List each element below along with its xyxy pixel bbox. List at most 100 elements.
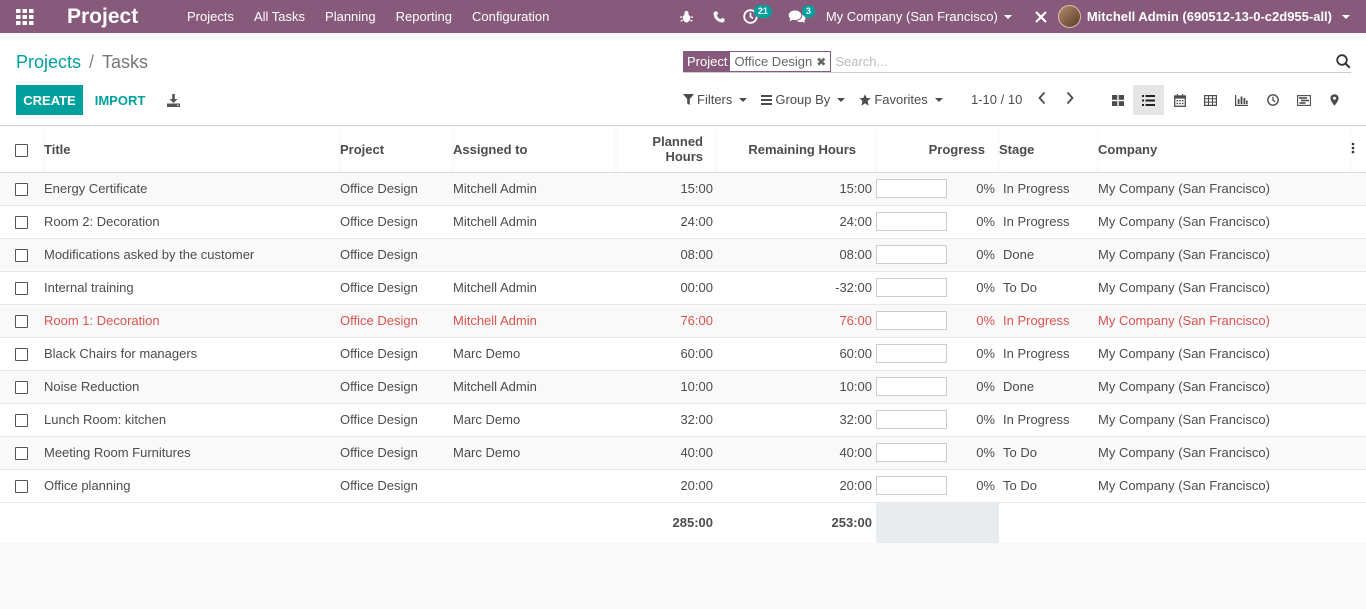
menu-item-configuration[interactable]: Configuration bbox=[462, 0, 559, 33]
cell-company[interactable]: My Company (San Francisco) bbox=[1098, 370, 1351, 404]
cell-stage[interactable]: In Progress bbox=[999, 337, 1098, 371]
gantt-view-icon[interactable] bbox=[1288, 85, 1319, 115]
cell-title[interactable]: Lunch Room: kitchen bbox=[44, 403, 340, 437]
cell-stage[interactable]: To Do bbox=[999, 469, 1098, 503]
cell-stage[interactable]: In Progress bbox=[999, 403, 1098, 437]
cell-title[interactable]: Room 2: Decoration bbox=[44, 205, 340, 239]
phone-icon[interactable] bbox=[702, 0, 736, 33]
cell-company[interactable]: My Company (San Francisco) bbox=[1098, 238, 1351, 272]
cell-assigned-to[interactable] bbox=[453, 238, 616, 272]
cell-progress[interactable]: 0% bbox=[876, 205, 999, 239]
cell-progress[interactable]: 0% bbox=[876, 436, 999, 470]
cell-progress[interactable]: 0% bbox=[876, 370, 999, 404]
row-checkbox[interactable] bbox=[15, 282, 28, 296]
graph-view-icon[interactable] bbox=[1226, 85, 1257, 115]
pager-previous-icon[interactable] bbox=[1037, 91, 1047, 108]
table-row[interactable]: Room 1: Decoration Office Design Mitchell … bbox=[0, 304, 1366, 338]
cell-title[interactable]: Black Chairs for managers bbox=[44, 337, 340, 371]
cell-progress[interactable]: 0% bbox=[876, 271, 999, 305]
cell-company[interactable]: My Company (San Francisco) bbox=[1098, 469, 1351, 503]
cell-planned-hours[interactable]: 76:00 bbox=[616, 304, 716, 338]
cell-project[interactable]: Office Design bbox=[340, 205, 453, 239]
table-row[interactable]: Black Chairs for managers Office Design Ma… bbox=[0, 337, 1366, 371]
row-checkbox[interactable] bbox=[15, 348, 28, 362]
cell-planned-hours[interactable]: 10:00 bbox=[616, 370, 716, 404]
cell-title[interactable]: Noise Reduction bbox=[44, 370, 340, 404]
cell-project[interactable]: Office Design bbox=[340, 403, 453, 437]
download-export-icon[interactable] bbox=[163, 90, 183, 110]
cell-remaining-hours[interactable]: 24:00 bbox=[716, 205, 876, 239]
cell-title[interactable]: Meeting Room Furnitures bbox=[44, 436, 340, 470]
group-by-dropdown[interactable]: Group By bbox=[761, 92, 846, 107]
row-checkbox[interactable] bbox=[15, 315, 28, 329]
select-all-checkbox[interactable] bbox=[15, 143, 28, 157]
debug-bug-icon[interactable] bbox=[672, 0, 702, 33]
table-row[interactable]: Meeting Room Furnitures Office Design Marc… bbox=[0, 436, 1366, 470]
favorites-dropdown[interactable]: Favorites bbox=[859, 92, 943, 107]
cell-remaining-hours[interactable]: 60:00 bbox=[716, 337, 876, 371]
cell-planned-hours[interactable]: 60:00 bbox=[616, 337, 716, 371]
pager-value[interactable]: 1-10 / 10 bbox=[971, 92, 1022, 107]
map-view-icon[interactable] bbox=[1319, 85, 1350, 115]
cell-project[interactable]: Office Design bbox=[340, 304, 453, 338]
cell-stage[interactable]: In Progress bbox=[999, 304, 1098, 338]
cell-company[interactable]: My Company (San Francisco) bbox=[1098, 271, 1351, 305]
cell-remaining-hours[interactable]: 10:00 bbox=[716, 370, 876, 404]
cell-progress[interactable]: 0% bbox=[876, 337, 999, 371]
cell-assigned-to[interactable]: Marc Demo bbox=[453, 436, 616, 470]
pager-next-icon[interactable] bbox=[1065, 91, 1075, 108]
cell-title[interactable]: Internal training bbox=[44, 271, 340, 305]
cell-stage[interactable]: Done bbox=[999, 370, 1098, 404]
calendar-view-icon[interactable] bbox=[1164, 85, 1195, 115]
cell-remaining-hours[interactable]: -32:00 bbox=[716, 271, 876, 305]
cell-assigned-to[interactable]: Marc Demo bbox=[453, 403, 616, 437]
pivot-view-icon[interactable] bbox=[1195, 85, 1226, 115]
cell-stage[interactable]: To Do bbox=[999, 436, 1098, 470]
row-checkbox[interactable] bbox=[15, 414, 28, 428]
create-button[interactable]: CREATE bbox=[16, 85, 83, 115]
table-row[interactable]: Noise Reduction Office Design Mitchell Adm… bbox=[0, 370, 1366, 404]
column-header-stage[interactable]: Stage bbox=[999, 127, 1098, 173]
cell-planned-hours[interactable]: 24:00 bbox=[616, 205, 716, 239]
cell-remaining-hours[interactable]: 08:00 bbox=[716, 238, 876, 272]
cell-project[interactable]: Office Design bbox=[340, 469, 453, 503]
cell-assigned-to[interactable]: Mitchell Admin bbox=[453, 304, 616, 338]
cell-planned-hours[interactable]: 20:00 bbox=[616, 469, 716, 503]
column-header-planned-hours[interactable]: Planned Hours bbox=[616, 127, 716, 173]
cell-stage[interactable]: In Progress bbox=[999, 172, 1098, 206]
cell-title[interactable]: Modifications asked by the customer bbox=[44, 238, 340, 272]
cell-company[interactable]: My Company (San Francisco) bbox=[1098, 337, 1351, 371]
column-header-progress[interactable]: Progress bbox=[876, 127, 999, 173]
cell-planned-hours[interactable]: 15:00 bbox=[616, 172, 716, 206]
cell-company[interactable]: My Company (San Francisco) bbox=[1098, 403, 1351, 437]
cell-remaining-hours[interactable]: 20:00 bbox=[716, 469, 876, 503]
cell-stage[interactable]: Done bbox=[999, 238, 1098, 272]
cell-stage[interactable]: To Do bbox=[999, 271, 1098, 305]
list-view-icon[interactable] bbox=[1133, 85, 1164, 115]
table-row[interactable]: Office planning Office Design 20:00 20:00 0%… bbox=[0, 469, 1366, 503]
row-checkbox[interactable] bbox=[15, 447, 28, 461]
row-checkbox[interactable] bbox=[15, 216, 28, 230]
cell-company[interactable]: My Company (San Francisco) bbox=[1098, 304, 1351, 338]
menu-item-planning[interactable]: Planning bbox=[315, 0, 386, 33]
cell-assigned-to[interactable] bbox=[453, 469, 616, 503]
cell-title[interactable]: Office planning bbox=[44, 469, 340, 503]
cell-project[interactable]: Office Design bbox=[340, 172, 453, 206]
filters-dropdown[interactable]: Filters bbox=[683, 92, 748, 107]
cell-company[interactable]: My Company (San Francisco) bbox=[1098, 205, 1351, 239]
table-row[interactable]: Modifications asked by the customer Offic… bbox=[0, 238, 1366, 272]
cell-assigned-to[interactable]: Mitchell Admin bbox=[453, 370, 616, 404]
menu-item-reporting[interactable]: Reporting bbox=[386, 0, 462, 33]
column-header-project[interactable]: Project bbox=[340, 127, 453, 173]
table-row[interactable]: Room 2: Decoration Office Design Mitchell … bbox=[0, 205, 1366, 239]
column-header-remaining-hours[interactable]: Remaining Hours bbox=[716, 127, 876, 173]
activity-view-icon[interactable] bbox=[1257, 85, 1288, 115]
column-header-title[interactable]: Title bbox=[44, 127, 340, 173]
cell-progress[interactable]: 0% bbox=[876, 172, 999, 206]
cell-progress[interactable]: 0% bbox=[876, 403, 999, 437]
optional-columns-toggle[interactable] bbox=[1351, 127, 1366, 173]
cell-project[interactable]: Office Design bbox=[340, 337, 453, 371]
column-header-company[interactable]: Company bbox=[1098, 127, 1351, 173]
cell-title[interactable]: Energy Certificate bbox=[44, 172, 340, 206]
cell-remaining-hours[interactable]: 40:00 bbox=[716, 436, 876, 470]
